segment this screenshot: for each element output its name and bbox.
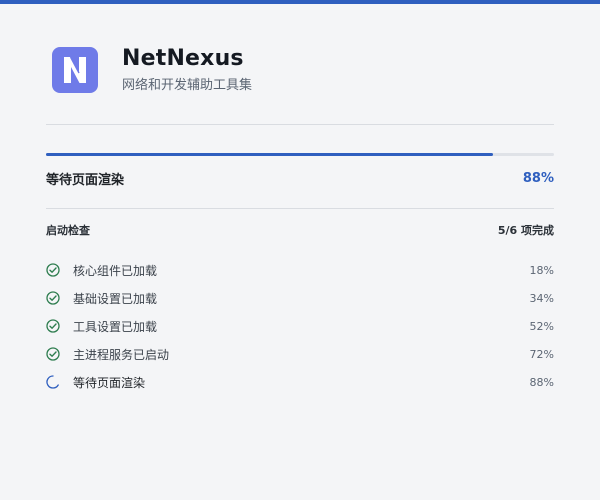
check-circle-icon xyxy=(46,263,60,277)
progress-bar-fill xyxy=(46,153,494,156)
check-item: 工具设置已加载 52% xyxy=(46,312,554,340)
status-row: 等待页面渲染 88% xyxy=(46,168,554,188)
check-label: 核心组件已加载 xyxy=(73,263,158,278)
check-percent: 18% xyxy=(529,263,554,277)
check-label: 工具设置已加载 xyxy=(73,319,158,334)
top-accent-bar xyxy=(0,0,600,4)
check-label: 基础设置已加载 xyxy=(73,291,158,306)
status-label: 等待页面渲染 xyxy=(46,172,125,188)
check-item: 核心组件已加载 18% xyxy=(46,256,554,284)
spinner-icon xyxy=(46,375,60,389)
check-item: 基础设置已加载 34% xyxy=(46,284,554,312)
app-title: NetNexus xyxy=(122,46,244,71)
check-item-pending: 等待页面渲染 88% xyxy=(46,368,554,396)
status-divider xyxy=(46,208,554,209)
check-percent: 34% xyxy=(529,291,554,305)
checks-title: 启动检查 xyxy=(46,224,90,237)
check-circle-icon xyxy=(46,347,60,361)
checks-summary: 5/6 项完成 xyxy=(497,224,554,237)
check-circle-icon xyxy=(46,291,60,305)
status-percent: 88% xyxy=(522,170,554,186)
check-percent: 52% xyxy=(529,319,554,333)
header-divider xyxy=(46,124,554,125)
check-circle-icon xyxy=(46,319,60,333)
brand-text: NetNexus 网络和开发辅助工具集 xyxy=(122,46,252,94)
check-label: 主进程服务已启动 xyxy=(73,347,170,362)
check-label: 等待页面渲染 xyxy=(73,375,146,390)
brand-header: NetNexus 网络和开发辅助工具集 xyxy=(52,46,252,94)
logo-n-icon xyxy=(64,56,86,83)
check-percent: 88% xyxy=(529,375,554,389)
checks-header: 启动检查 5/6 项完成 xyxy=(46,221,554,239)
app-logo xyxy=(52,47,98,93)
app-subtitle: 网络和开发辅助工具集 xyxy=(122,78,253,93)
check-percent: 72% xyxy=(529,347,554,361)
check-item: 主进程服务已启动 72% xyxy=(46,340,554,368)
startup-check-list: 核心组件已加载 18% 基础设置已加载 34% 工具设置已加载 52% 主进程服… xyxy=(46,256,554,396)
progress-bar xyxy=(46,153,554,156)
